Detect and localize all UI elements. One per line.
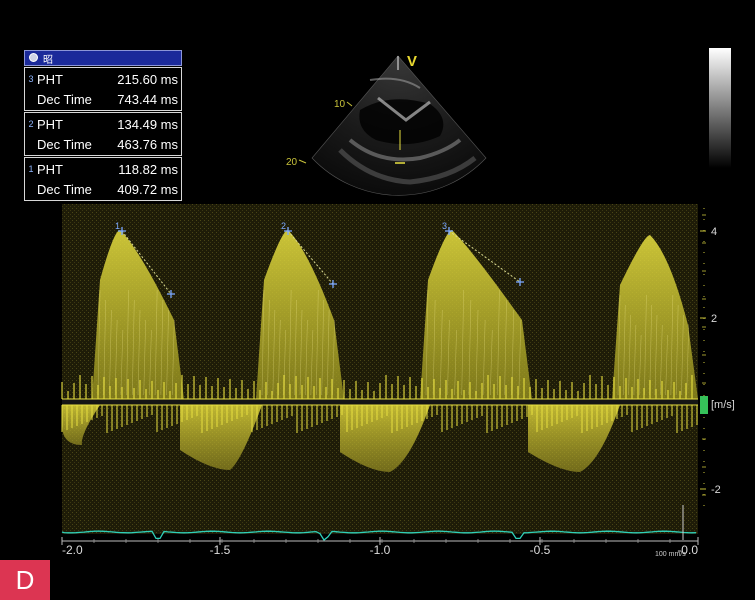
measurement-row: 2 PHT 134.49 ms bbox=[25, 114, 181, 134]
velocity-tick-label: 2 bbox=[711, 313, 717, 325]
trace-marker-label: 2 bbox=[281, 221, 286, 231]
depth-label-20: 20 bbox=[286, 157, 298, 168]
measurement-group-2: 2 PHT 134.49 ms Dec Time 463.76 ms bbox=[24, 112, 182, 156]
measurement-name: PHT bbox=[37, 116, 63, 132]
measurement-name: Dec Time bbox=[37, 136, 92, 152]
measurement-panel: 昭 3 PHT 215.60 ms Dec Time 743.44 ms 2 PHT 134.… bbox=[24, 50, 182, 201]
measurement-value: 118.82 ms bbox=[118, 161, 178, 177]
measurement-row: 3 PHT 215.60 ms bbox=[25, 69, 181, 89]
trace-marker-label: 3 bbox=[442, 221, 447, 231]
velocity-unit-label: [m/s] bbox=[711, 399, 735, 411]
time-tick-label: -0.5 bbox=[530, 543, 551, 557]
measurement-row: 1 PHT 118.82 ms bbox=[25, 159, 181, 179]
measurement-row: Dec Time 743.44 ms bbox=[25, 89, 181, 109]
time-tick-label: -1.5 bbox=[210, 543, 231, 557]
measurement-panel-header: 昭 bbox=[24, 50, 182, 66]
measurement-value: 463.76 ms bbox=[117, 136, 178, 152]
baseline-marker[interactable] bbox=[700, 396, 708, 414]
measurement-name: Dec Time bbox=[37, 181, 92, 197]
echo-sector-image: V 10 20 bbox=[286, 53, 487, 196]
view-marker: V bbox=[407, 53, 417, 70]
grayscale-bar bbox=[709, 48, 731, 168]
depth-label-10: 10 bbox=[334, 99, 346, 110]
measurement-index: 1 bbox=[28, 164, 34, 174]
time-tick-label: -1.0 bbox=[370, 543, 391, 557]
measurement-index: 2 bbox=[28, 119, 34, 129]
trace-marker-label: 1 bbox=[115, 221, 120, 231]
measurement-name: PHT bbox=[37, 71, 63, 87]
measurement-row: Dec Time 409.72 ms bbox=[25, 179, 181, 199]
measurement-row: Dec Time 463.76 ms bbox=[25, 134, 181, 154]
measurement-value: 215.60 ms bbox=[117, 71, 178, 87]
measurement-value: 409.72 ms bbox=[117, 181, 178, 197]
record-icon bbox=[29, 53, 38, 62]
velocity-tick-label: 4 bbox=[711, 226, 717, 238]
time-tick-label: -2.0 bbox=[62, 543, 83, 557]
sweep-speed-label: 100 mm/s bbox=[655, 551, 686, 558]
velocity-tick-label: -2 bbox=[711, 484, 721, 496]
measurement-index: 3 bbox=[28, 74, 34, 84]
measurement-group-1: 1 PHT 118.82 ms Dec Time 409.72 ms bbox=[24, 157, 182, 201]
measurement-name: Dec Time bbox=[37, 91, 92, 107]
measurement-value: 743.44 ms bbox=[117, 91, 178, 107]
measurement-value: 134.49 ms bbox=[117, 116, 178, 132]
panel-label: D bbox=[0, 560, 50, 600]
measurement-panel-title: 昭 bbox=[43, 55, 53, 66]
doppler-spectrum: 123 42-2 [m/s] -2.0 -1.5 -1.0 -0.5 -0.0 100 … bbox=[61, 204, 735, 558]
measurement-name: PHT bbox=[37, 161, 63, 177]
measurement-group-3: 3 PHT 215.60 ms Dec Time 743.44 ms bbox=[24, 67, 182, 111]
baseline bbox=[62, 399, 698, 405]
